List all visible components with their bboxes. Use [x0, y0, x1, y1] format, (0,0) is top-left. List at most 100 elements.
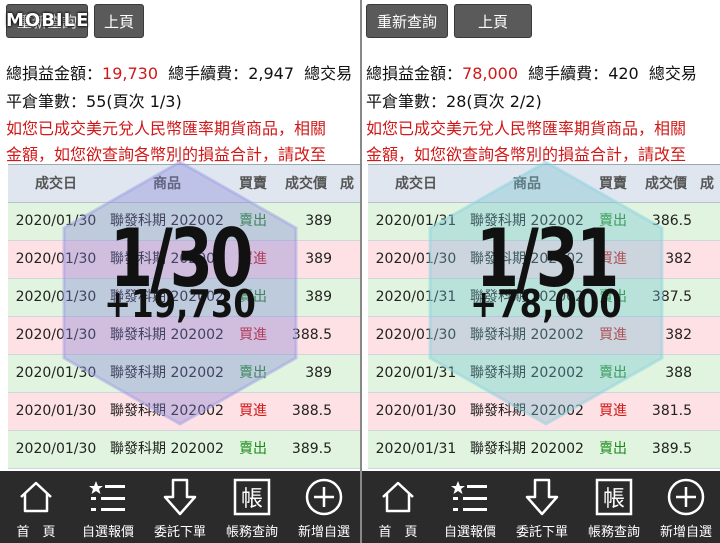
table-row[interactable]: 2020/01/30 聯發科期 202002 賣出 389.5	[8, 431, 360, 469]
tax-label: 總交易	[304, 64, 353, 83]
trade-price: 386.5	[651, 213, 692, 229]
nav-label: 委託下單	[153, 525, 206, 540]
prev-page-button[interactable]: 上頁	[94, 4, 144, 38]
col-price: 成交價	[285, 176, 327, 192]
summary-line: 總損益金額：78,000 總手續費：420 總交易	[366, 60, 697, 84]
product-name: 聯發科期 202002	[110, 365, 224, 381]
tax-label: 總交易	[648, 64, 697, 83]
nav-label: 自選報價	[443, 525, 496, 540]
col-action: 買賣	[599, 176, 627, 192]
fee-label: 總手續費：	[168, 64, 249, 83]
truncated-cell	[336, 431, 360, 468]
count-line: 平倉筆數：55(頁次 1/3)	[6, 88, 182, 112]
table-row[interactable]: 2020/01/30 聯發科期 202002 買進 381.5	[368, 393, 720, 431]
nav-item-star-list[interactable]: 自選報價	[434, 471, 506, 543]
home-icon	[16, 477, 56, 517]
trade-price: 381.5	[651, 403, 692, 419]
truncated-cell	[696, 279, 720, 316]
truncated-cell	[696, 203, 720, 240]
prev-page-button[interactable]: 上頁	[454, 4, 532, 38]
truncated-cell	[336, 317, 360, 354]
truncated-cell	[696, 317, 720, 354]
table-header: 成交日 商品 買賣 成交價 成	[8, 165, 360, 203]
bottom-nav: 首 頁自選報價 委託下單帳帳務查詢 新增自選	[362, 471, 720, 543]
nav-label: 委託下單	[515, 525, 568, 540]
trade-price: 389	[305, 289, 332, 305]
trade-price: 382	[665, 251, 692, 267]
app-logo: MOBILE	[6, 10, 90, 31]
truncated-cell	[336, 355, 360, 392]
fee-label: 總手續費：	[528, 64, 609, 83]
nav-item-home[interactable]: 首 頁	[362, 471, 434, 543]
nav-label: 首 頁	[16, 525, 56, 540]
truncated-cell	[696, 431, 720, 468]
trade-action: 賣出	[239, 365, 267, 381]
trade-date: 2020/01/30	[375, 251, 457, 267]
trade-action: 賣出	[599, 365, 627, 381]
col-date: 成交日	[35, 176, 77, 192]
truncated-cell	[336, 241, 360, 278]
fee-value: 2,947	[248, 64, 294, 83]
trade-date: 2020/01/31	[375, 365, 457, 381]
nav-item-order-arrow[interactable]: 委託下單	[506, 471, 578, 543]
nav-label: 新增自選	[297, 525, 350, 540]
count-value: 28(頁次 2/2)	[446, 92, 542, 111]
product-name: 聯發科期 202002	[470, 441, 584, 457]
add-circle-icon	[666, 477, 706, 517]
total-pl-value: 78,000	[462, 64, 518, 83]
nav-label: 帳務查詢	[225, 525, 278, 540]
trade-action: 買進	[239, 403, 267, 419]
overlay-amount: +19,730	[104, 282, 256, 326]
count-label: 平倉筆數：	[6, 92, 87, 111]
top-toolbar: 重新查詢 上頁	[362, 0, 720, 44]
col-product: 商品	[153, 176, 181, 192]
trade-date: 2020/01/30	[15, 403, 97, 419]
truncated-cell	[336, 203, 360, 240]
trade-date: 2020/01/31	[375, 441, 457, 457]
panel-right: 重新查詢 上頁 總損益金額：78,000 總手續費：420 總交易 平倉筆數：2…	[362, 0, 720, 543]
bottom-nav: 首 頁自選報價 委託下單帳帳務查詢 新增自選	[0, 471, 360, 543]
total-pl-value: 19,730	[102, 64, 158, 83]
nav-item-account[interactable]: 帳帳務查詢	[216, 471, 288, 543]
trade-date: 2020/01/31	[375, 213, 457, 229]
trade-price: 389.5	[291, 441, 332, 457]
star-list-icon	[450, 477, 490, 517]
trade-action: 賣出	[239, 441, 267, 457]
table-row[interactable]: 2020/01/31 聯發科期 202002 賣出 389.5	[368, 431, 720, 469]
order-arrow-icon	[522, 477, 562, 517]
order-arrow-icon	[160, 477, 200, 517]
trade-action: 賣出	[599, 441, 627, 457]
truncated-cell	[696, 355, 720, 392]
trade-date: 2020/01/30	[375, 403, 457, 419]
col-more: 成	[340, 176, 354, 192]
col-date: 成交日	[395, 176, 437, 192]
requery-button[interactable]: 重新查詢	[366, 4, 448, 38]
nav-item-add-circle[interactable]: 新增自選	[650, 471, 720, 543]
nav-label: 新增自選	[659, 525, 712, 540]
account-icon: 帳	[232, 477, 272, 517]
table-row[interactable]: 2020/01/30 聯發科期 202002 買進 388.5	[8, 393, 360, 431]
table-row[interactable]: 2020/01/31 聯發科期 202002 賣出 388	[368, 355, 720, 393]
nav-item-home[interactable]: 首 頁	[0, 471, 72, 543]
nav-item-star-list[interactable]: 自選報價	[72, 471, 144, 543]
trade-date: 2020/01/30	[15, 365, 97, 381]
overlay-amount: +78,000	[470, 282, 622, 326]
nav-item-order-arrow[interactable]: 委託下單	[144, 471, 216, 543]
summary-line: 總損益金額：19,730 總手續費：2,947 總交易	[6, 60, 352, 84]
notice-line-1: 如您已成交美元兌人民幣匯率期貨商品，相關	[6, 119, 327, 138]
trade-price: 389	[305, 251, 332, 267]
col-price: 成交價	[645, 176, 687, 192]
account-icon: 帳	[594, 477, 634, 517]
home-icon	[378, 477, 418, 517]
col-product: 商品	[513, 176, 541, 192]
trade-price: 388.5	[291, 403, 332, 419]
account-glyph: 帳	[603, 487, 625, 512]
nav-item-account[interactable]: 帳帳務查詢	[578, 471, 650, 543]
trade-price: 389	[305, 213, 332, 229]
trade-price: 388.5	[291, 327, 332, 343]
truncated-cell	[336, 279, 360, 316]
table-header: 成交日 商品 買賣 成交價 成	[368, 165, 720, 203]
trade-date: 2020/01/30	[15, 441, 97, 457]
nav-item-add-circle[interactable]: 新增自選	[288, 471, 360, 543]
table-row[interactable]: 2020/01/30 聯發科期 202002 賣出 389	[8, 355, 360, 393]
